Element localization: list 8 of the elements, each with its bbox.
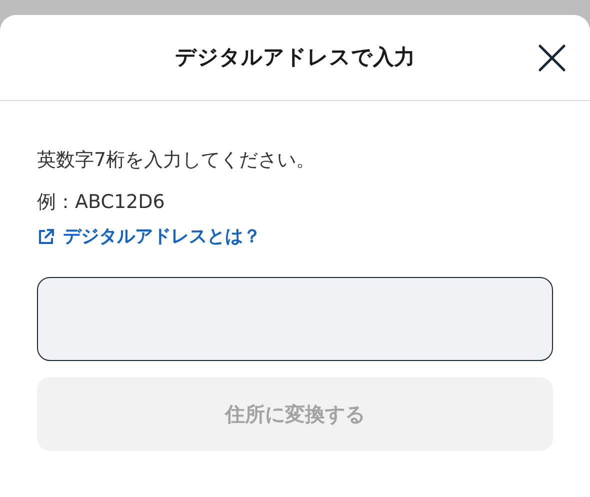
- external-link-icon: [37, 228, 55, 246]
- close-icon: [536, 42, 568, 74]
- dialog-title: デジタルアドレスで入力: [175, 44, 415, 71]
- help-link[interactable]: デジタルアドレスとは？: [37, 223, 261, 250]
- close-button[interactable]: [536, 42, 568, 74]
- address-input-field[interactable]: [37, 276, 553, 360]
- example-text: 例：ABC12D6: [37, 190, 166, 215]
- instruction-text: 英数字7桁を入力してください。: [37, 148, 316, 173]
